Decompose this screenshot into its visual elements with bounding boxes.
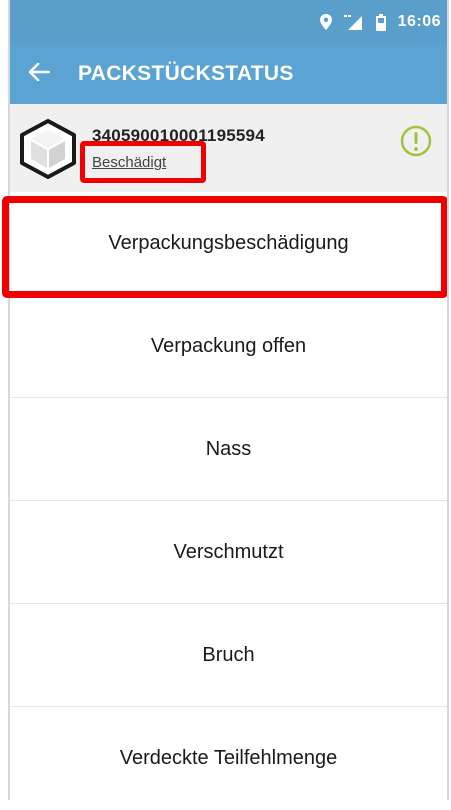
- location-icon: [319, 14, 332, 30]
- app-toolbar: PACKSTÜCKSTATUS: [10, 44, 447, 104]
- option-verschmutzt[interactable]: Verschmutzt: [10, 501, 447, 604]
- battery-icon: [375, 13, 386, 31]
- option-verdeckte-teilfehlmenge[interactable]: Verdeckte Teilfehlmenge: [10, 707, 447, 810]
- option-verpackung-offen[interactable]: Verpackung offen: [10, 295, 447, 398]
- option-nass[interactable]: Nass: [10, 398, 447, 501]
- status-highlight-box: [80, 141, 206, 183]
- page-title: PACKSTÜCKSTATUS: [78, 62, 294, 85]
- status-time: 16:06: [397, 13, 441, 30]
- status-options-list: Verpackungsbeschädigung Verpackung offen…: [10, 192, 447, 810]
- status-bar: 16:06: [10, 0, 447, 44]
- option-bruch[interactable]: Bruch: [10, 604, 447, 707]
- back-arrow-icon: [28, 62, 51, 86]
- app-screen: 16:06 PACKSTÜCKSTATUS 340590010001195594…: [0, 0, 451, 810]
- option-verpackungsbeschaedigung[interactable]: Verpackungsbeschädigung: [10, 192, 447, 295]
- exclamation-circle-icon[interactable]: [399, 124, 433, 158]
- signal-icon: [343, 14, 364, 30]
- parcel-header: 340590010001195594 Beschädigt: [10, 104, 447, 192]
- back-button[interactable]: [10, 44, 68, 104]
- package-box-icon: [18, 118, 78, 180]
